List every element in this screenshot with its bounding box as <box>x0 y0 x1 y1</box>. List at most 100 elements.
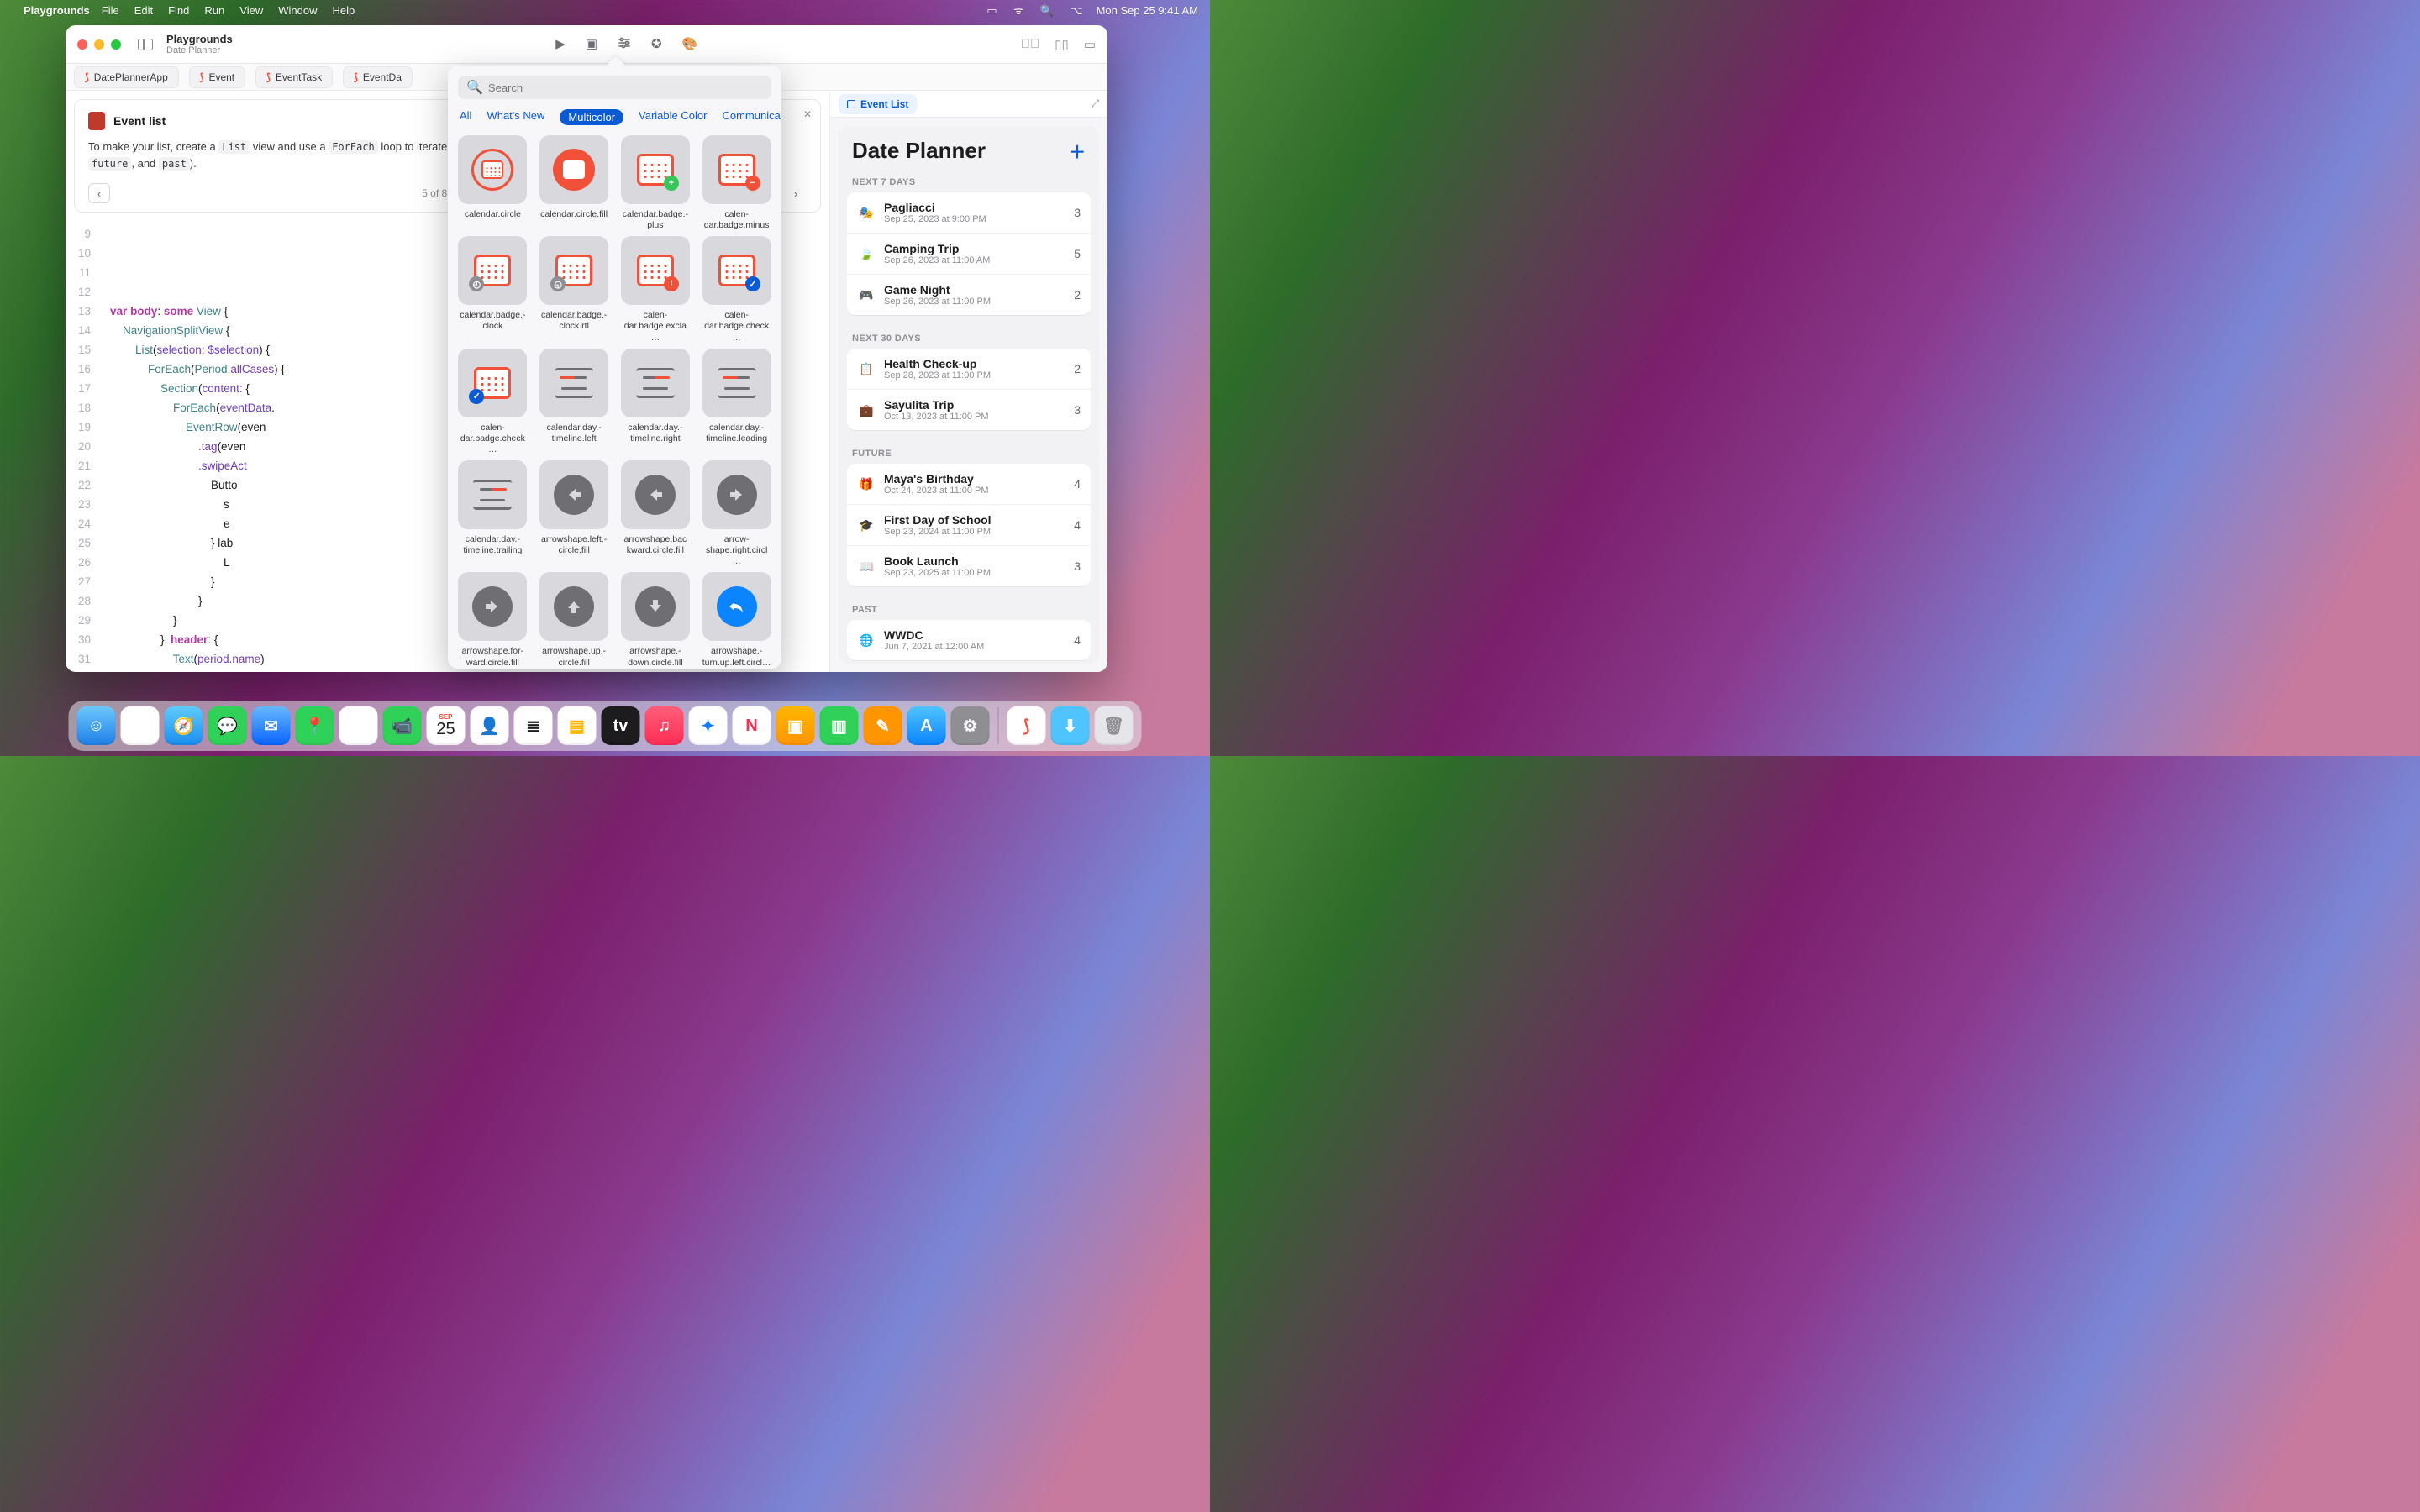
menubar-clock[interactable]: Mon Sep 25 9:41 AM <box>1097 4 1198 17</box>
dock-reminders[interactable]: ≣ <box>514 706 553 745</box>
event-row[interactable]: 🎓 First Day of SchoolSep 23, 2024 at 11:… <box>847 504 1091 545</box>
dock-music[interactable]: ♫ <box>645 706 684 745</box>
walkthrough-next-button[interactable]: › <box>785 183 807 203</box>
symbol-calendar-badge-plus[interactable]: +calendar.badge.­plus <box>619 135 692 231</box>
menu-run[interactable]: Run <box>204 4 224 17</box>
symbol-calendar-badge-clock-rtl[interactable]: ◵calendar.badge.­clock.rtl <box>538 236 611 343</box>
dock-mail[interactable]: ✉ <box>252 706 291 745</box>
symbol-label: calendar.badge.­plus <box>619 209 692 231</box>
tab-event[interactable]: ⟆Event <box>189 66 245 88</box>
symbol-calendar-circle[interactable]: calendar.circle <box>456 135 529 231</box>
symbol-calen-dar-badge-check-[interactable]: ✓calen­dar.badge.check… <box>700 236 773 343</box>
symbol-category-variable-color[interactable]: Variable Color <box>639 109 707 125</box>
dock-trash[interactable]: 🗑 <box>1095 706 1134 745</box>
control-center-icon[interactable]: ⌥ <box>1071 4 1083 17</box>
menu-window[interactable]: Window <box>278 4 317 17</box>
symbol-calen-dar-badge-check-[interactable]: ✓calen­dar.badge.check… <box>456 349 529 455</box>
symbol-category-communicat[interactable]: Communicat <box>722 109 781 125</box>
symbol-arrowshape-up-circle-fill[interactable]: arrowshape.up.­circle.fill <box>538 572 611 668</box>
dock-settings[interactable]: ⚙ <box>951 706 990 745</box>
stop-icon[interactable]: ▣ <box>586 36 597 53</box>
dock-contacts[interactable]: 👤 <box>471 706 509 745</box>
close-button[interactable] <box>77 39 87 50</box>
symbols-grid[interactable]: calendar.circlecalendar.circle.fill+cale… <box>448 134 781 669</box>
event-row[interactable]: 🎁 Maya's BirthdayOct 24, 2023 at 11:00 P… <box>847 464 1091 504</box>
symbol-arrowshape-turn-up-left-circl-[interactable]: arrowshape.­turn.up.left.circl… <box>700 572 773 668</box>
event-icon: 💼 <box>857 401 876 419</box>
symbol-arrowshape-down-circle-fill[interactable]: arrowshape.­down.circle.fill <box>619 572 692 668</box>
color-palette-icon[interactable]: 🎨 <box>682 36 698 53</box>
settings-sliders-icon[interactable] <box>618 36 631 53</box>
menu-view[interactable]: View <box>239 4 263 17</box>
event-row[interactable]: 📖 Book LaunchSep 23, 2025 at 11:00 PM 3 <box>847 545 1091 586</box>
event-row[interactable]: 🎮 Game NightSep 26, 2023 at 11:00 PM 2 <box>847 274 1091 315</box>
symbols-search-input[interactable] <box>488 81 763 94</box>
symbol-calendar-day-timeline-right[interactable]: calendar.day.­timeline.right <box>619 349 692 455</box>
dock-launchpad[interactable]: ▦ <box>121 706 160 745</box>
zoom-button[interactable] <box>111 39 121 50</box>
dock-photos[interactable]: ✿ <box>339 706 378 745</box>
dock-maps[interactable]: 📍 <box>296 706 334 745</box>
dock-facetime[interactable]: 📹 <box>383 706 422 745</box>
symbol-calendar-day-timeline-trailing[interactable]: calendar.day.­timeline.trailing <box>456 460 529 567</box>
symbol-calendar-badge-clock[interactable]: ◴calendar.badge.­clock <box>456 236 529 343</box>
add-event-button[interactable]: ＋ <box>1069 139 1086 163</box>
symbol-calen-dar-badge-excla-[interactable]: !calen­dar.badge.excla… <box>619 236 692 343</box>
toggle-sidebar-icon[interactable] <box>138 39 153 50</box>
library-icon[interactable]: ▯▯ <box>1055 37 1069 52</box>
dock-news[interactable]: N <box>733 706 771 745</box>
wifi-icon[interactable]: ᯤ <box>1013 4 1023 17</box>
symbol-tile: ! <box>621 236 690 305</box>
tab-dateplannerapp[interactable]: ⟆DatePlannerApp <box>74 66 179 88</box>
symbol-category-all[interactable]: All <box>460 109 471 125</box>
menu-edit[interactable]: Edit <box>134 4 153 17</box>
run-icon[interactable]: ▶ <box>555 36 566 53</box>
symbol-calendar-circle-fill[interactable]: calendar.circle.fill <box>538 135 611 231</box>
dock-keynote[interactable]: ▣ <box>776 706 815 745</box>
dock-tv[interactable]: tv <box>602 706 640 745</box>
symbol-calen-dar-badge-minus[interactable]: −calen­dar.badge.minus <box>700 135 773 231</box>
dock-messages[interactable]: 💬 <box>208 706 247 745</box>
capabilities-icon[interactable]: ✪ <box>651 36 662 53</box>
dock-notes[interactable]: ▤ <box>558 706 597 745</box>
symbol-calendar-day-timeline-leading[interactable]: calendar.day.­timeline.leading <box>700 349 773 455</box>
menu-file[interactable]: File <box>102 4 119 17</box>
symbol-calendar-day-timeline-left[interactable]: calendar.day.­timeline.left <box>538 349 611 455</box>
symbol-arrowshape-for-ward-circle-fill[interactable]: arrowshape.for­ward.circle.fill <box>456 572 529 668</box>
event-row[interactable]: 🎭 PagliacciSep 25, 2023 at 9:00 PM 3 <box>847 192 1091 233</box>
dock-calendar[interactable]: SEP 25 <box>427 706 466 745</box>
menu-find[interactable]: Find <box>168 4 189 17</box>
dock-downloads[interactable]: ⬇ <box>1051 706 1090 745</box>
dock-shortcuts[interactable]: ✦ <box>689 706 728 745</box>
event-row[interactable]: 🍃 Camping TripSep 26, 2023 at 11:00 AM 5 <box>847 233 1091 274</box>
event-row[interactable]: 🌐 WWDCJun 7, 2021 at 12:00 AM 4 <box>847 620 1091 660</box>
dock-safari[interactable]: 🧭 <box>165 706 203 745</box>
symbol-arrowshape-left-circle-fill[interactable]: arrowshape.left.­circle.fill <box>538 460 611 567</box>
event-row[interactable]: 💼 Sayulita TripOct 13, 2023 at 11:00 PM … <box>847 389 1091 430</box>
dock-appstore[interactable]: A <box>908 706 946 745</box>
dock-playgrounds[interactable]: ⟆ <box>1007 706 1046 745</box>
symbol-category-what-s-new[interactable]: What's New <box>487 109 544 125</box>
inspector-icon[interactable]: ▭ <box>1084 37 1096 52</box>
walkthrough-prev-button[interactable]: ‹ <box>88 183 110 203</box>
tab-eventda[interactable]: ⟆EventDa <box>343 66 413 88</box>
minimize-button[interactable] <box>94 39 104 50</box>
dock-pages[interactable]: ✎ <box>864 706 902 745</box>
preview-expand-icon[interactable]: ⤢ <box>1091 97 1099 110</box>
battery-icon[interactable]: ▭ <box>986 4 997 17</box>
event-row[interactable]: 📋 Health Check-upSep 28, 2023 at 11:00 P… <box>847 349 1091 389</box>
symbol-category-multicolor[interactable]: Multicolor <box>560 109 623 125</box>
event-name: Pagliacci <box>884 201 1065 214</box>
symbols-search[interactable]: 🔍 <box>458 76 771 99</box>
status-check-icon[interactable]: ✓⃝ <box>1021 37 1040 52</box>
tab-eventtask[interactable]: ⟆EventTask <box>255 66 333 88</box>
dock-numbers[interactable]: ▥ <box>820 706 859 745</box>
app-menu[interactable]: Playgrounds <box>24 4 90 17</box>
symbol-arrowshape-back-ward-circle-fill[interactable]: arrowshape.back­ward.circle.fill <box>619 460 692 567</box>
menu-help[interactable]: Help <box>332 4 355 17</box>
preview-target-chip[interactable]: Event List <box>839 94 917 114</box>
close-icon[interactable]: ✕ <box>803 108 812 120</box>
dock-finder[interactable]: ☺ <box>77 706 116 745</box>
spotlight-icon[interactable]: 🔍 <box>1040 4 1054 17</box>
symbol-arrow-shape-right-circl-[interactable]: arrow­shape.right.circl… <box>700 460 773 567</box>
